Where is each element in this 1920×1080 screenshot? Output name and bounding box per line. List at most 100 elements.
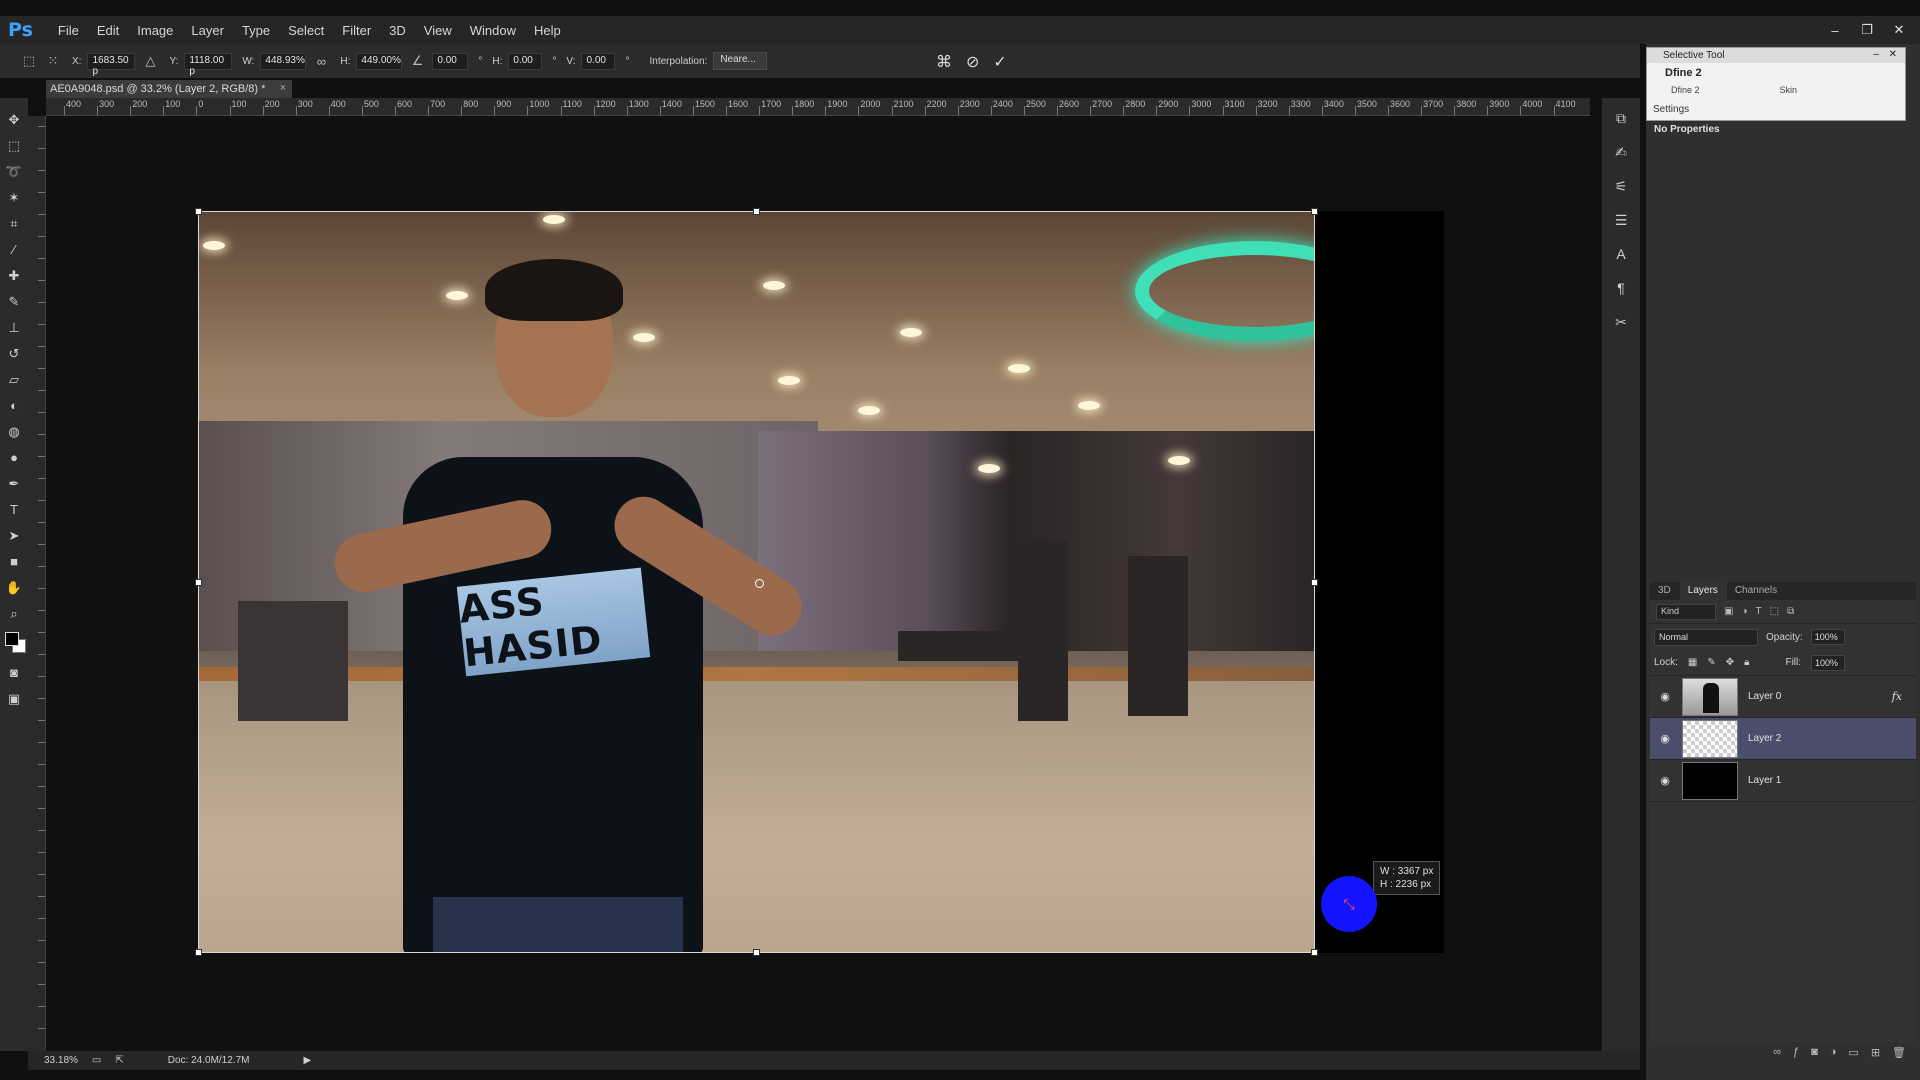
pen-tool-icon[interactable]: ✒ — [4, 474, 24, 493]
menu-select[interactable]: Select — [279, 23, 333, 38]
path-selection-tool-icon[interactable]: ➤ — [4, 526, 24, 545]
skin-button[interactable]: Skin — [1780, 85, 1798, 95]
magic-wand-tool-icon[interactable]: ✶ — [4, 188, 24, 207]
zoom-level[interactable]: 33.18% — [44, 1055, 78, 1066]
layer-effects-icon[interactable]: fx — [1892, 690, 1902, 703]
clone-stamp-tool-icon[interactable]: ⊥ — [4, 318, 24, 337]
new-group-icon[interactable]: ▭ — [1848, 1046, 1858, 1066]
menu-file[interactable]: File — [49, 23, 88, 38]
menu-edit[interactable]: Edit — [88, 23, 128, 38]
filter-type-icon[interactable]: T — [1756, 606, 1762, 617]
properties-panel-icon[interactable]: ☰ — [1611, 210, 1631, 230]
healing-brush-tool-icon[interactable]: ✚ — [4, 266, 24, 285]
dfine-button[interactable]: Dfine 2 — [1671, 85, 1700, 95]
menu-layer[interactable]: Layer — [182, 23, 233, 38]
visibility-eye-icon[interactable]: ◉ — [1658, 774, 1672, 787]
dodge-tool-icon[interactable]: ● — [4, 448, 24, 467]
history-panel-icon[interactable]: ⧉ — [1611, 108, 1631, 128]
layer-kind-filter[interactable]: Kind — [1656, 603, 1716, 620]
eyedropper-tool-icon[interactable]: ⁄ — [4, 240, 24, 259]
foreground-color-swatch[interactable] — [5, 632, 19, 646]
move-tool-icon[interactable]: ✥ — [4, 110, 24, 129]
menu-view[interactable]: View — [415, 23, 461, 38]
reference-point-icon[interactable]: ⁙ — [44, 52, 62, 70]
paragraph-panel-icon[interactable]: ¶ — [1611, 278, 1631, 298]
close-button[interactable]: ✕ — [1892, 22, 1906, 38]
quick-mask-icon[interactable]: ◙ — [4, 663, 24, 682]
new-adjustment-icon[interactable]: ◑ — [1830, 1046, 1837, 1066]
layer-name[interactable]: Layer 2 — [1748, 733, 1781, 744]
lock-all-icon[interactable]: 🔒︎ — [1744, 657, 1749, 668]
transform-handle-top[interactable] — [753, 208, 760, 215]
close-icon[interactable]: ✕ — [1889, 49, 1897, 60]
transform-handle-top-left[interactable] — [195, 208, 202, 215]
link-icon[interactable]: ∞ — [312, 52, 330, 70]
height-scale-field[interactable]: 449.00% — [356, 52, 403, 70]
delete-layer-icon[interactable]: 🗑︎ — [1892, 1046, 1906, 1066]
transform-handle-left[interactable] — [195, 579, 202, 586]
layer-name[interactable]: Layer 1 — [1748, 775, 1781, 786]
filter-smart-object-icon[interactable]: ⧉ — [1787, 606, 1794, 617]
hand-tool-icon[interactable]: ✋ — [4, 578, 24, 597]
blur-tool-icon[interactable]: ◍ — [4, 422, 24, 441]
transform-handle-bottom-right[interactable] — [1311, 949, 1318, 956]
color-swatches[interactable] — [3, 630, 26, 656]
share-icon[interactable]: ⇱ — [115, 1055, 123, 1066]
layer-row-layer-0[interactable]: ◉ Layer 0 fx — [1650, 676, 1916, 718]
brush-tool-icon[interactable]: ✎ — [4, 292, 24, 311]
visibility-eye-icon[interactable]: ◉ — [1658, 690, 1672, 703]
free-transform-bounding-box[interactable] — [195, 208, 1318, 956]
status-menu-arrow-icon[interactable]: ▶ — [303, 1055, 311, 1066]
lock-position-icon[interactable]: ✥ — [1726, 657, 1734, 668]
menu-3d[interactable]: 3D — [380, 23, 415, 38]
link-layers-icon[interactable]: ∞ — [1773, 1046, 1781, 1066]
settings-toggle[interactable]: Settings — [1653, 104, 1689, 115]
menu-filter[interactable]: Filter — [333, 23, 380, 38]
selective-tool-titlebar[interactable]: Selective Tool – ✕ — [1647, 48, 1905, 63]
lasso-tool-icon[interactable]: ➰ — [4, 162, 24, 181]
filter-shape-icon[interactable]: ⬚ — [1770, 606, 1779, 617]
transform-handle-right[interactable] — [1311, 579, 1318, 586]
restore-button[interactable]: ❐ — [1860, 22, 1874, 38]
x-position-field[interactable]: 1683.50 p — [87, 52, 136, 77]
filter-adjustment-icon[interactable]: ◑ — [1741, 606, 1747, 617]
tab-layers[interactable]: Layers — [1679, 582, 1727, 600]
warp-mode-icon[interactable]: ⌘ — [936, 52, 952, 72]
minimize-button[interactable]: – — [1828, 23, 1842, 38]
new-layer-icon[interactable]: ⊞ — [1871, 1046, 1880, 1066]
filter-pixel-icon[interactable]: ▣ — [1724, 606, 1733, 617]
layer-row-layer-2[interactable]: ◉ Layer 2 — [1650, 718, 1916, 760]
layer-row-layer-1[interactable]: ◉ Layer 1 — [1650, 760, 1916, 802]
transform-handle-top-right[interactable] — [1311, 208, 1318, 215]
menu-type[interactable]: Type — [233, 23, 279, 38]
minimize-icon[interactable]: – — [1873, 49, 1879, 60]
fill-field[interactable]: 100% — [1811, 654, 1846, 671]
opacity-field[interactable]: 100% — [1810, 629, 1845, 645]
relative-position-icon[interactable]: △ — [141, 52, 159, 70]
tab-3d[interactable]: 3D — [1650, 582, 1680, 600]
adjustments-icon[interactable]: ⚟ — [1611, 176, 1631, 196]
canvas-area[interactable]: ASS HASID W : 3367 px H : 2236 px ⤡ — [46, 116, 1590, 1051]
character-panel-icon[interactable]: A — [1611, 244, 1631, 264]
history-brush-tool-icon[interactable]: ↺ — [4, 344, 24, 363]
visibility-eye-icon[interactable]: ◉ — [1658, 732, 1672, 745]
v-skew-field[interactable]: 0.00 — [581, 52, 616, 70]
menu-window[interactable]: Window — [461, 23, 525, 38]
rectangle-tool-icon[interactable]: ■ — [4, 552, 24, 571]
blend-mode-select[interactable]: Normal — [1654, 628, 1758, 646]
menu-help[interactable]: Help — [525, 23, 570, 38]
commit-transform-icon[interactable]: ✓ — [993, 52, 1006, 72]
layer-name[interactable]: Layer 0 — [1748, 691, 1781, 702]
h-skew-field[interactable]: 0.00 — [508, 52, 543, 70]
rotation-field[interactable]: 0.00 — [432, 52, 469, 70]
marquee-tool-icon[interactable]: ⬚ — [4, 136, 24, 155]
zoom-tool-icon[interactable]: ⌕ — [4, 604, 24, 623]
tab-channels[interactable]: Channels — [1727, 582, 1786, 600]
transform-tool-preset-icon[interactable]: ⬚ — [20, 52, 38, 70]
transform-pivot-point[interactable] — [755, 579, 764, 588]
y-position-field[interactable]: 1118.00 p — [184, 52, 233, 77]
type-tool-icon[interactable]: T — [4, 500, 24, 519]
interpolation-select[interactable]: Neare... — [713, 52, 768, 70]
crop-tool-icon[interactable]: ⌗ — [4, 214, 24, 233]
document-tab[interactable]: AE0A9048.psd @ 33.2% (Layer 2, RGB/8) * … — [46, 80, 292, 99]
